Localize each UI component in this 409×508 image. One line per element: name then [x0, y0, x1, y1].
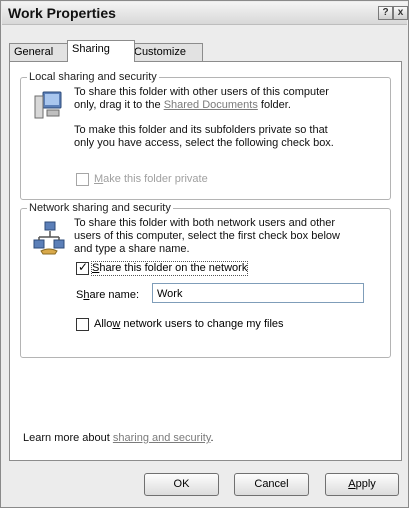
- allow-change-label-rest: network users to change my files: [120, 318, 284, 330]
- ok-button[interactable]: OK: [144, 473, 219, 496]
- tab-sharing[interactable]: Sharing: [67, 40, 135, 62]
- title-bar[interactable]: Work Properties ? x: [2, 2, 408, 25]
- local-text-3: To make this folder and its subfolders p…: [74, 124, 328, 136]
- make-private-label-rest: ake this folder private: [103, 173, 208, 185]
- apply-button[interactable]: Apply: [325, 473, 399, 496]
- share-name-label-post: are name:: [89, 289, 139, 301]
- local-text-2-pre: only, drag it to the: [74, 99, 164, 111]
- close-icon[interactable]: x: [393, 6, 408, 20]
- sharing-tab-panel: Local sharing and security To share this…: [9, 61, 402, 461]
- allow-change-label-pre: Allo: [94, 318, 113, 330]
- tab-customize[interactable]: Customize: [129, 43, 203, 61]
- local-text-2-post: folder.: [257, 99, 291, 111]
- make-private-mnemonic: M: [94, 173, 104, 185]
- network-text-3: and type a share name.: [74, 243, 190, 255]
- apply-mnemonic: A: [348, 478, 356, 490]
- network-sharing-title: Network sharing and security: [27, 202, 173, 215]
- share-folder-label: Share this folder on the network: [90, 261, 249, 276]
- cancel-button[interactable]: Cancel: [234, 473, 309, 496]
- local-sharing-title: Local sharing and security: [27, 71, 159, 84]
- allow-change-label: Allow network users to change my files: [94, 318, 284, 331]
- network-text-2: users of this computer, select the first…: [74, 230, 340, 242]
- properties-dialog: Work Properties ? x General Sharing Cust…: [0, 0, 409, 508]
- share-name-label: Share name:: [76, 289, 139, 302]
- tab-customize-label: Customize: [134, 46, 186, 58]
- make-private-label: Make this folder private: [94, 173, 208, 186]
- computer-icon: [34, 91, 62, 119]
- network-text-1: To share this folder with both network u…: [74, 217, 336, 229]
- network-share-icon: [33, 221, 65, 255]
- shared-documents-link[interactable]: Shared Documents: [164, 99, 258, 111]
- sharing-security-link[interactable]: sharing and security: [113, 432, 211, 444]
- local-text-1: To share this folder with other users of…: [74, 86, 329, 98]
- tab-sharing-label: Sharing: [72, 43, 110, 55]
- checkmark-icon: ✓: [78, 260, 89, 274]
- network-sharing-group: Network sharing and security To share th…: [20, 202, 391, 358]
- make-private-checkbox[interactable]: [76, 173, 89, 186]
- allow-change-checkbox[interactable]: [76, 318, 89, 331]
- tab-general[interactable]: General: [9, 43, 71, 61]
- tab-general-label: General: [14, 46, 54, 58]
- share-folder-label-rest: hare this folder on the network: [99, 262, 248, 274]
- local-text-4: only you have access, select the followi…: [74, 137, 334, 149]
- help-icon[interactable]: ?: [378, 6, 393, 20]
- learn-more-post: .: [210, 432, 214, 444]
- apply-label-rest: pply: [355, 478, 376, 490]
- window-title: Work Properties: [8, 5, 116, 21]
- learn-more-text: Learn more about sharing and security.: [23, 432, 383, 445]
- local-text-2: only, drag it to the Shared Documents fo…: [74, 99, 384, 112]
- share-name-input[interactable]: Work: [152, 283, 364, 303]
- local-sharing-group: Local sharing and security To share this…: [20, 71, 391, 200]
- share-folder-checkbox[interactable]: ✓: [76, 260, 89, 275]
- learn-more-pre: Learn more about: [23, 432, 113, 444]
